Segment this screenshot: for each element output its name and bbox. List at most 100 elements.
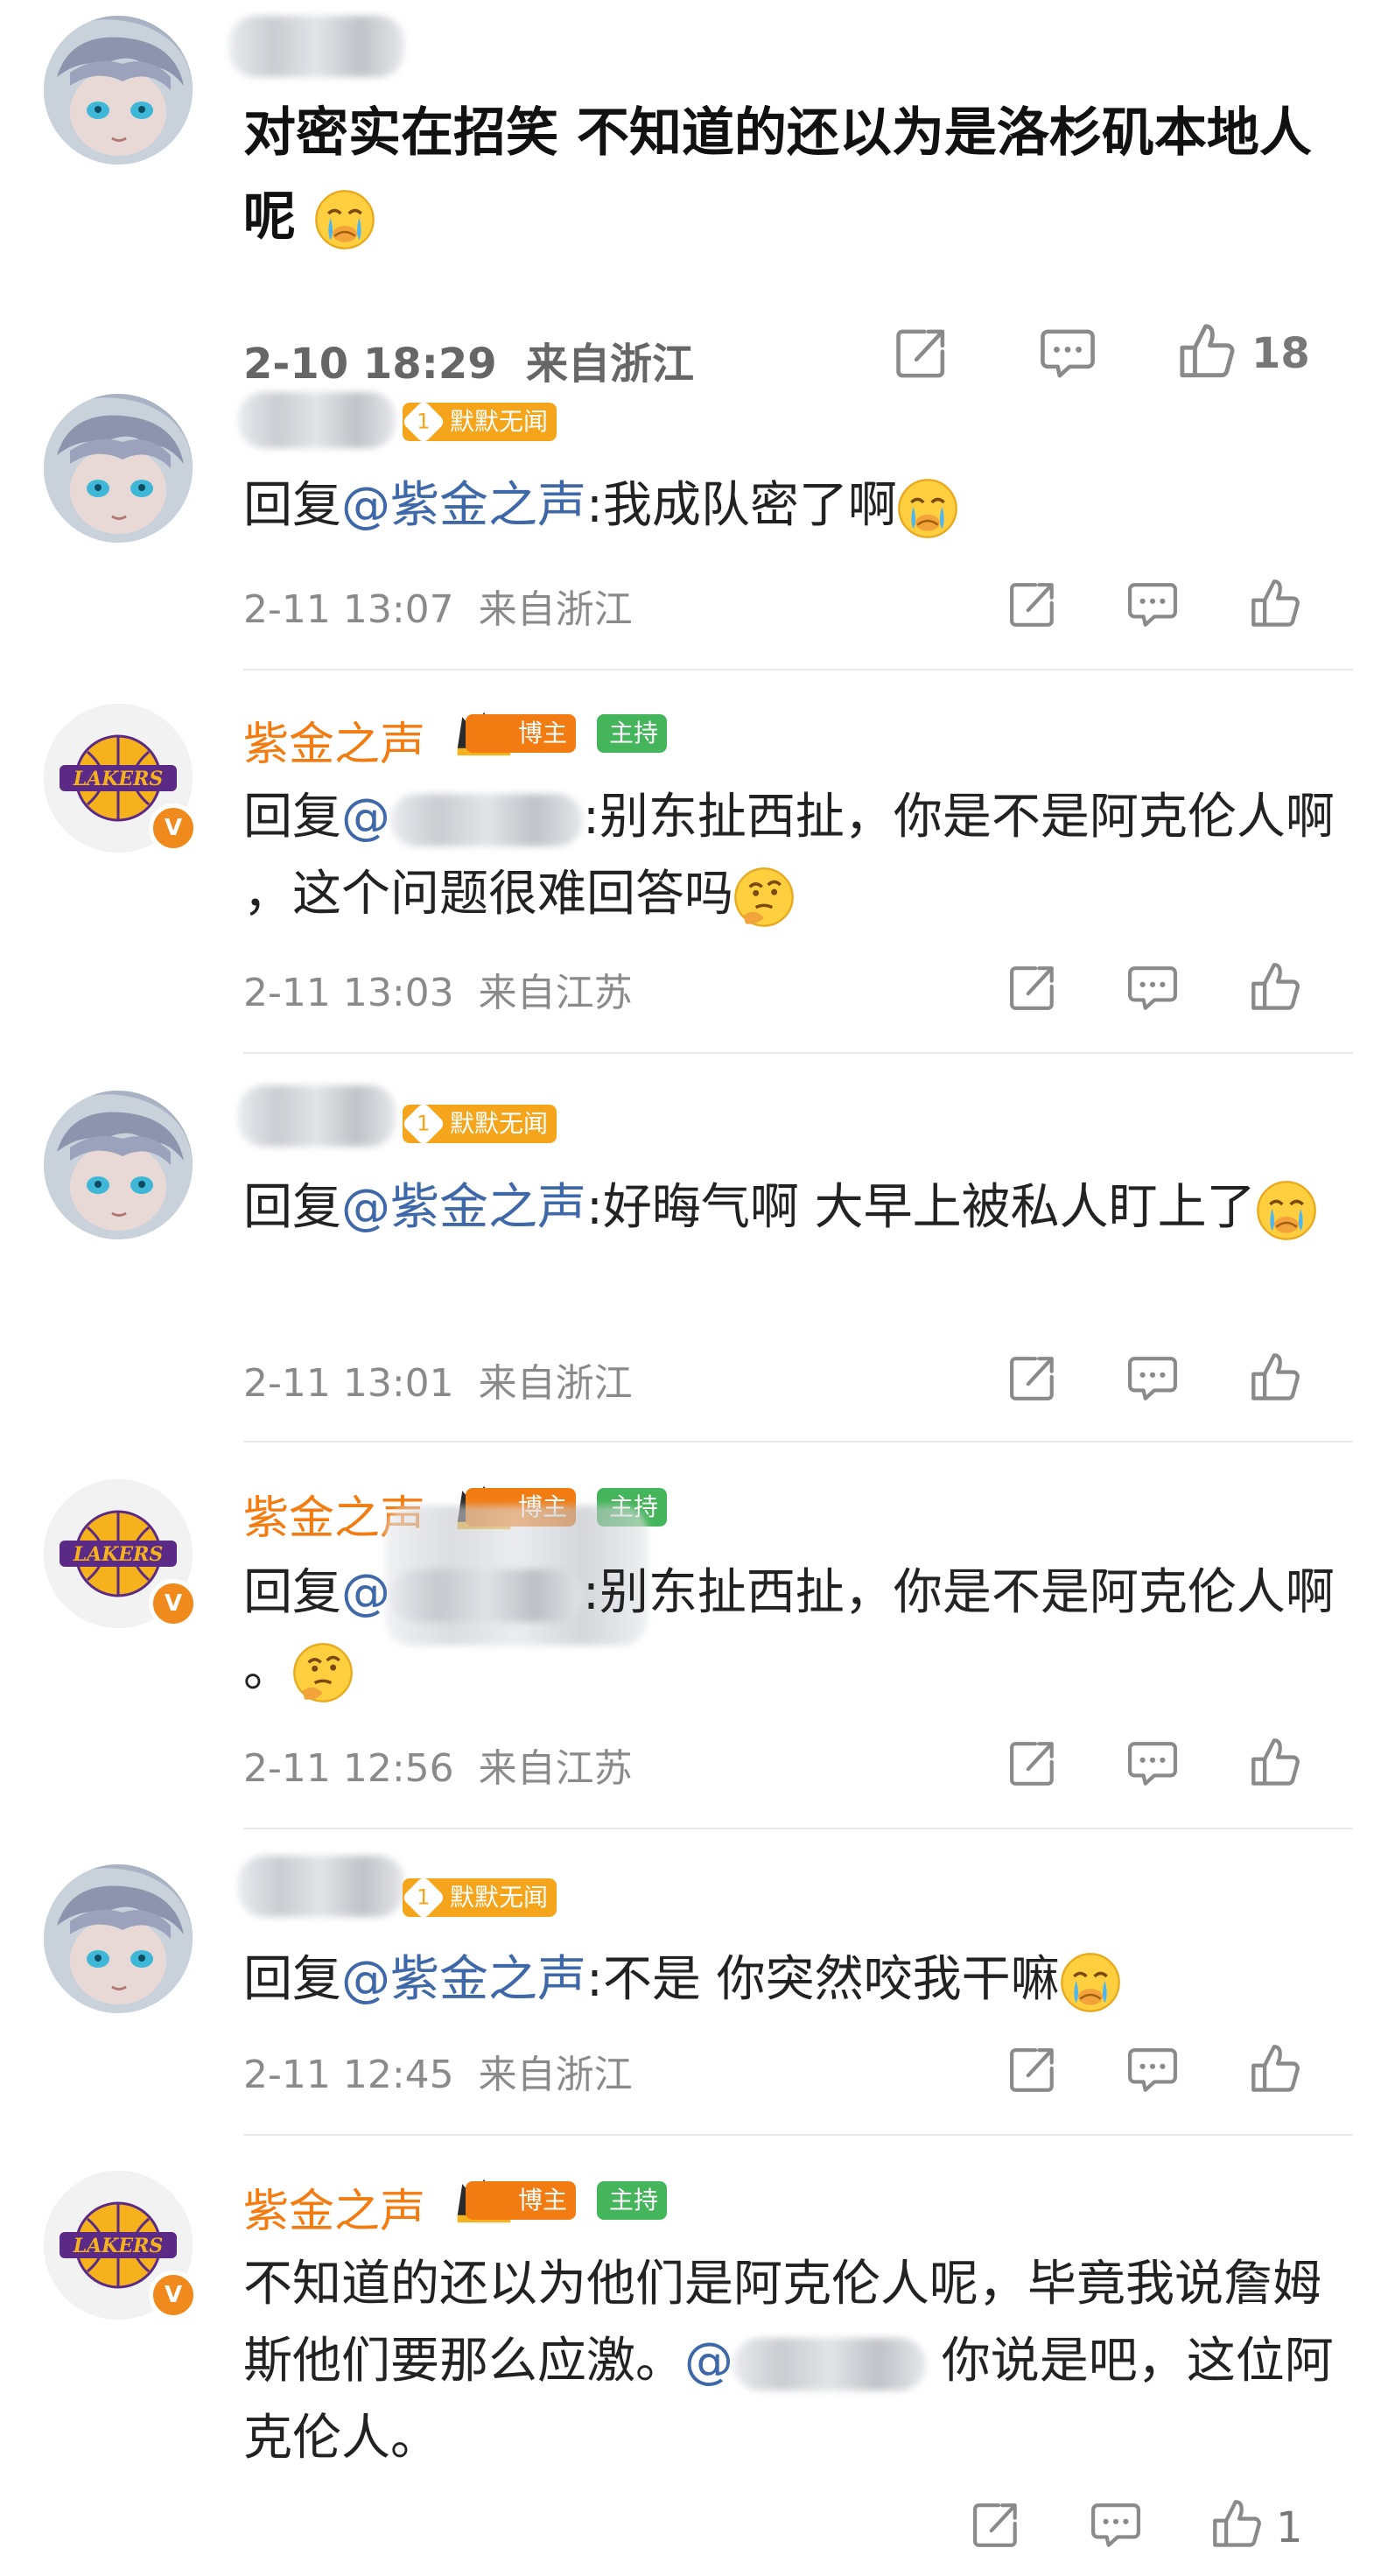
badge-label: 主持 [609,719,659,748]
mention-link[interactable]: @ [684,2333,733,2390]
crying-emoji [314,189,375,250]
top-comment-meta: 2-10 18:29 来自浙江 [243,329,694,390]
blurred-username [229,16,404,77]
username[interactable]: 紫金之声 [243,707,425,773]
silent-badge: 1 默默无闻 [401,1875,557,1920]
verified-badge: V [149,1579,198,1628]
crying-emoji [1256,1180,1317,1241]
reply-text: 回复@:别东扯西扯，你是不是阿克伦人啊 。 [243,1555,1346,1709]
blurred-username [238,1856,404,1917]
blurred-mention [390,1569,583,1622]
comment-icon[interactable] [1090,2500,1141,2551]
like-icon[interactable] [1250,1737,1302,1789]
badge-label: 默默无闻 [450,1883,549,1912]
avatar[interactable] [44,16,193,165]
reply-prefix: 回复 [243,1179,341,1236]
thinking-emoji [733,867,795,928]
reply-meta: 2-11 12:45 来自浙江 [243,2043,633,2099]
location: 来自浙江 [478,1361,633,1406]
moderator-badge: 主持 [597,714,668,753]
host-badge: 博主 [466,2181,577,2220]
share-icon[interactable] [1008,2045,1059,2095]
reply-body: :好晦气啊 大早上被私人盯上了 [586,1179,1256,1236]
mention-link[interactable]: @紫金之声 [341,1179,586,1236]
share-icon[interactable] [1008,1353,1059,1404]
like-icon[interactable] [1178,322,1237,382]
share-icon[interactable] [894,326,950,382]
location: 来自江苏 [478,971,633,1015]
badge-label: 主持 [609,2186,659,2215]
user-avatar-image [44,1864,193,2013]
badge-label: 博主 [518,2186,568,2215]
avatar[interactable] [44,1091,193,1239]
reply-text: 回复@紫金之声:不是 你突然咬我干嘛 [243,1941,1346,2018]
badge-label: 博主 [518,719,568,748]
blurred-mention [390,793,583,846]
silent-badge: 1 默默无闻 [401,399,557,445]
moderator-badge: 主持 [597,2181,668,2220]
avatar[interactable] [44,1864,193,2013]
blurred-mention [733,2337,926,2390]
location: 来自浙江 [478,587,633,632]
mention-link[interactable]: @ [341,789,390,846]
user-avatar-image [44,1091,193,1239]
like-count: 18 [1251,329,1310,378]
timestamp: 2-11 12:45 [243,2053,454,2097]
mention-link[interactable]: @紫金之声 [341,1951,586,2008]
mention-link[interactable]: @紫金之声 [341,477,586,534]
timestamp: 2-11 13:01 [243,1361,454,1406]
timestamp: 2-10 18:29 [243,340,497,389]
reply-text: 回复@紫金之声:好晦气啊 大早上被私人盯上了 [243,1169,1346,1246]
verified-badge: V [149,804,198,853]
comment-icon[interactable] [1127,2045,1178,2095]
timestamp: 2-11 13:07 [243,587,454,632]
badge-label: 默默无闻 [450,407,549,436]
share-icon[interactable] [971,2500,1022,2551]
crying-emoji [1060,1952,1121,2013]
location: 来自江苏 [478,1746,633,1791]
level-number: 1 [417,410,431,434]
like-icon[interactable] [1250,578,1302,630]
reply-prefix: 回复 [243,477,341,534]
timestamp: 2-11 12:56 [243,1746,454,1791]
reply-meta: 2-11 12:56 来自江苏 [243,1737,633,1793]
share-icon[interactable] [1008,1738,1059,1789]
comment-icon[interactable] [1127,579,1178,630]
top-comment-text: 对密实在招笑 不知道的还以为是洛杉矶本地人呢 [243,91,1328,259]
divider [243,669,1353,670]
divider [243,1441,1353,1442]
location: 来自浙江 [526,340,695,389]
avatar[interactable] [44,394,193,543]
location: 来自浙江 [478,2053,633,2097]
reply-text: 回复@紫金之声:我成队密了啊 [243,467,1346,544]
thinking-emoji [292,1642,354,1703]
reply-text: 回复@:别东扯西扯，你是不是阿克伦人啊 ，这个问题很难回答吗 [243,779,1346,933]
divider [243,2134,1353,2136]
reply-prefix: 回复 [243,1951,341,2008]
host-badge: 博主 [466,714,577,753]
silent-badge: 1 默默无闻 [401,1101,557,1147]
blurred-username [238,1085,396,1147]
reply-meta: 2-11 13:01 来自浙江 [243,1351,633,1407]
reply-prefix: 回复 [243,1564,341,1621]
like-icon[interactable] [1250,2043,1302,2095]
reply-prefix: 回复 [243,789,341,846]
badge-label: 默默无闻 [450,1109,549,1138]
crying-emoji [897,478,958,539]
like-icon[interactable] [1211,2498,1264,2551]
blurred-username [238,392,396,448]
like-icon[interactable] [1250,961,1302,1014]
mention-link[interactable]: @ [341,1564,390,1621]
comment-icon[interactable] [1127,1353,1178,1404]
share-icon[interactable] [1008,963,1059,1014]
comment-icon[interactable] [1040,326,1096,382]
comment-icon[interactable] [1127,1738,1178,1789]
reply-meta: 2-11 13:03 来自江苏 [243,961,633,1017]
share-icon[interactable] [1008,579,1059,630]
username[interactable]: 紫金之声 [243,2174,425,2240]
divider [243,1828,1353,1829]
reply-body: :我成队密了啊 [586,477,897,534]
comment-icon[interactable] [1127,963,1178,1014]
like-count: 1 [1276,2503,1303,2552]
like-icon[interactable] [1250,1351,1302,1404]
